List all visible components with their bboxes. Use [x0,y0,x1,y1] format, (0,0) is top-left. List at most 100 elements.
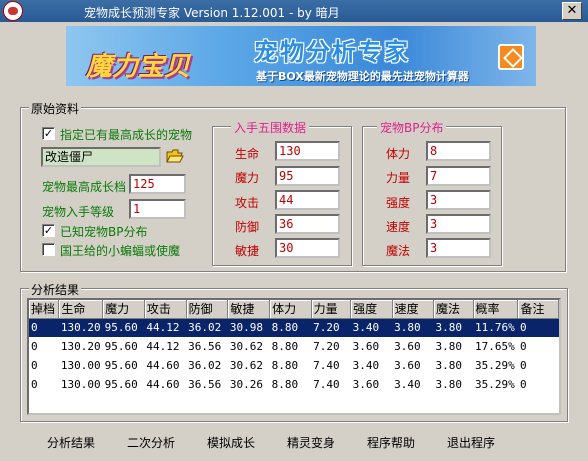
column-header[interactable]: 防御 [186,300,229,319]
stat-field-agi[interactable]: 30 [275,238,340,258]
level-label: 宠物入手等级 [42,205,115,219]
close-button[interactable]: ✕ [562,2,582,20]
pet-name-field[interactable]: 改造僵尸 [41,147,161,167]
help-button[interactable]: 程序帮助 [367,434,415,452]
table-cell: 130.20 [60,340,101,353]
table-cell: 35.29% [475,359,515,372]
bp-label-vit: 体力 [386,147,411,161]
table-cell: 3.60 [394,359,421,372]
folder-open-icon[interactable] [166,149,184,163]
bp-field-tgh[interactable]: 3 [426,190,491,210]
max-pet-label: 指定已有最高成长的宠物 [60,128,193,142]
table-cell: 0 [519,359,527,372]
table-header-row: 掉档 生命 魔力 攻击 防御 敏捷 体力 力量 强度 速度 魔法 概率 备注 [29,300,559,319]
level-field[interactable]: 1 [129,199,186,219]
bp-label-mag: 魔法 [386,244,411,258]
column-header[interactable]: 概率 [473,300,519,319]
table-cell: 95.60 [104,340,138,353]
exit-button[interactable]: 退出程序 [447,434,495,452]
table-cell: 44.12 [144,318,187,337]
max-growth-field[interactable]: 125 [129,174,186,194]
original-data-label: 原始资料 [29,100,82,117]
table-cell: 95.60 [102,318,145,337]
analyze-button[interactable]: 分析结果 [47,434,95,452]
bp-field-spd[interactable]: 3 [426,214,491,234]
bp-label-tgh: 强度 [386,196,411,210]
column-header[interactable]: 备注 [517,300,559,319]
stat-field-hp[interactable]: 130 [275,141,340,161]
table-cell: 8.80 [271,359,299,372]
table-cell: 36.56 [188,378,222,391]
table-row[interactable]: 0 130.20 95.60 44.12 36.56 30.62 8.80 7.… [29,337,559,356]
banner-title: 宠物分析专家 [254,38,410,66]
table-row[interactable]: 0 130.00 95.60 44.60 36.02 30.62 8.80 7.… [29,356,559,375]
bp-field-vit[interactable]: 8 [426,141,491,161]
column-header[interactable]: 攻击 [144,300,187,319]
transform-button[interactable]: 精灵变身 [287,434,335,452]
king-bat-checkbox[interactable] [42,243,55,256]
results-table-container[interactable]: 掉档 生命 魔力 攻击 防御 敏捷 体力 力量 强度 速度 魔法 概率 备注 0… [27,298,561,415]
table-cell: 0 [517,318,559,337]
table-cell: 3.40 [352,359,380,372]
box-logo-icon [498,44,524,70]
table-cell: 8.80 [269,318,312,337]
table-cell: 3.80 [435,359,463,372]
table-cell: 130.00 [60,359,101,372]
table-cell: 3.80 [435,378,463,391]
column-header[interactable]: 强度 [350,300,393,319]
second-analysis-button[interactable]: 二次分析 [127,434,175,452]
table-cell: 7.20 [311,318,351,337]
table-cell: 30.26 [229,378,264,391]
table-cell: 11.76% [473,318,518,337]
column-header[interactable]: 魔力 [102,300,145,319]
stat-label-hp: 生命 [235,147,260,161]
table-cell: 3.60 [352,378,380,391]
known-bp-checkbox[interactable]: ✓ [42,224,55,237]
table-cell: 36.02 [188,359,222,372]
max-pet-checkbox[interactable]: ✓ [42,127,55,140]
app-icon [3,1,23,21]
table-cell: 130.20 [58,318,103,337]
table-cell: 17.65% [475,340,515,353]
table-cell: 7.40 [313,359,340,372]
table-row[interactable]: 0 130.00 95.60 44.60 36.56 30.26 8.80 7.… [29,375,559,394]
banner-subtitle: 基于BOX最新宠物理论的最先进宠物计算器 [256,70,469,83]
table-cell: 7.40 [313,378,340,391]
stat-label-agi: 敏捷 [235,244,260,258]
max-growth-label: 宠物最高成长档 [42,180,127,194]
stats-group-label: 入手五围数据 [231,119,310,136]
table-cell: 44.60 [146,378,180,391]
window-title: 宠物成长预测专家 Version 1.12.001 - by 暗月 [84,6,340,20]
table-cell: 30.62 [229,359,264,372]
table-cell: 3.80 [435,340,463,353]
table-cell: 0 [31,378,38,391]
table-cell: 3.60 [352,340,380,353]
bp-field-mag[interactable]: 3 [426,238,491,258]
bp-label-spd: 速度 [386,220,411,234]
stat-field-atk[interactable]: 44 [275,190,340,210]
column-header[interactable]: 生命 [58,300,104,319]
table-cell: 44.12 [146,340,180,353]
table-row[interactable]: 0 130.20 95.60 44.12 36.02 30.98 8.80 7.… [29,318,559,337]
table-cell: 3.80 [392,318,434,337]
simulate-growth-button[interactable]: 模拟成长 [207,434,255,452]
results-table: 掉档 生命 魔力 攻击 防御 敏捷 体力 力量 强度 速度 魔法 概率 备注 0… [29,300,559,394]
column-header[interactable]: 力量 [311,300,352,319]
stat-field-def[interactable]: 36 [275,214,340,234]
bp-field-str[interactable]: 7 [426,166,491,186]
table-cell: 95.60 [104,359,138,372]
table-cell: 8.80 [271,340,299,353]
table-cell: 3.40 [394,378,421,391]
table-cell: 44.60 [146,359,180,372]
column-header[interactable]: 掉档 [29,300,60,319]
table-cell: 3.40 [350,318,393,337]
column-header[interactable]: 魔法 [433,300,474,319]
column-header[interactable]: 速度 [392,300,435,319]
table-cell: 0 [29,318,59,337]
column-header[interactable]: 敏捷 [227,300,271,319]
column-header[interactable]: 体力 [269,300,312,319]
stat-label-def: 防御 [235,220,260,234]
stat-field-mp[interactable]: 95 [275,166,340,186]
table-cell: 36.02 [186,318,228,337]
app-window: 宠物成长预测专家 Version 1.12.001 - by 暗月 ✕ 魔力宝贝… [0,0,588,461]
